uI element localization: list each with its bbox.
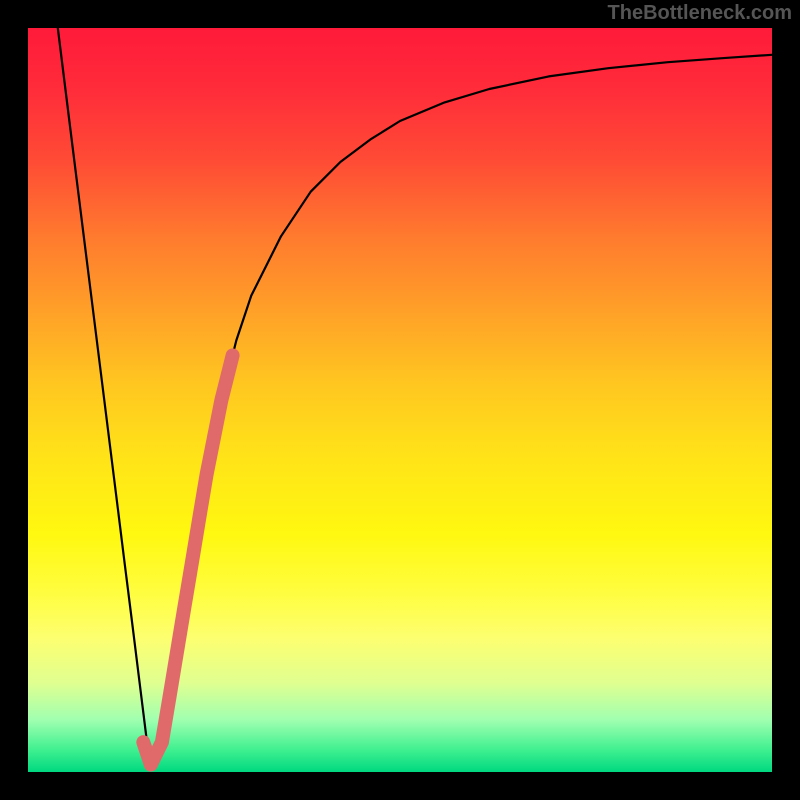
bottleneck-curve xyxy=(58,28,772,765)
attribution-label: TheBottleneck.com xyxy=(608,2,792,25)
chart-svg xyxy=(28,28,772,772)
highlight-segment xyxy=(143,355,232,764)
